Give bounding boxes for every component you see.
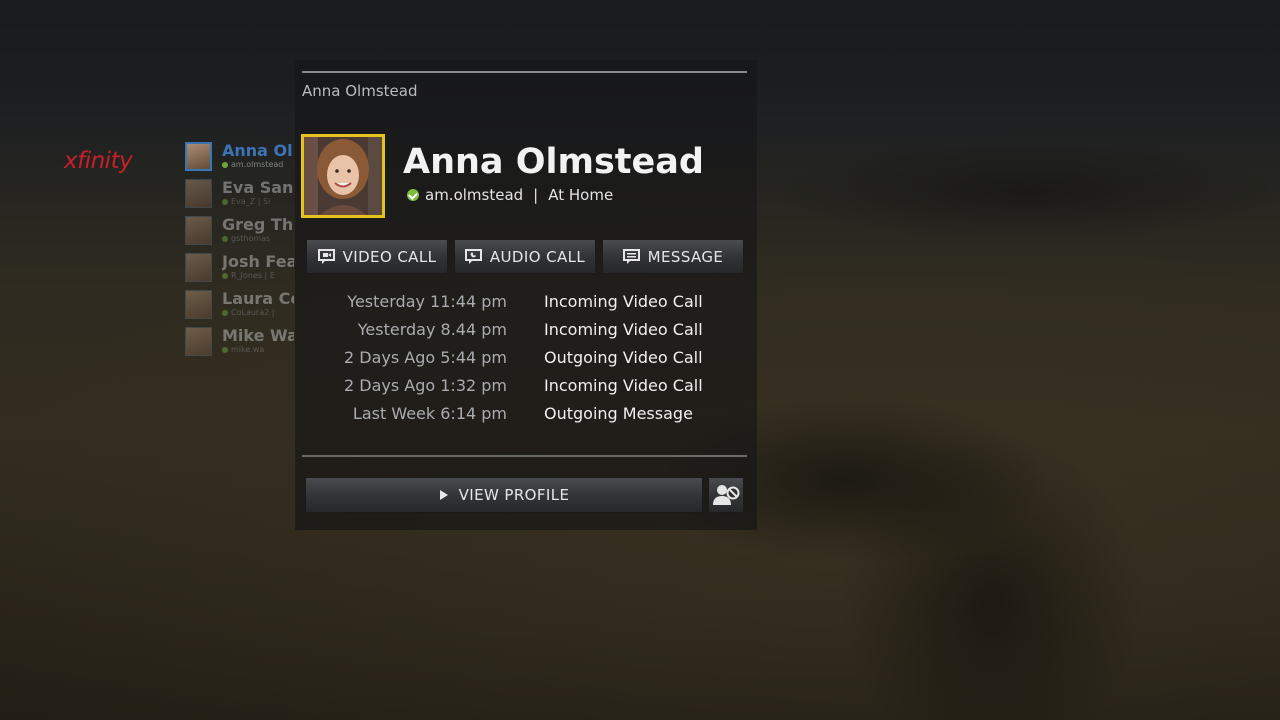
contact-avatar	[185, 290, 212, 319]
contact-item-greg[interactable]: Greg Thomas gsthomas	[185, 216, 295, 253]
contact-item-laura[interactable]: Laura Co CoLaura2 |	[185, 290, 295, 327]
profile-photo	[301, 134, 385, 218]
xfinity-logo: xfinity	[64, 148, 133, 174]
contact-handle: CoLaura2 |	[231, 308, 275, 317]
history-time: Yesterday 8.44 pm	[357, 320, 507, 339]
history-row[interactable]: Yesterday 11:44 pm Incoming Video Call	[303, 290, 748, 318]
contact-handle: am.olmstead	[231, 160, 284, 169]
block-contact-icon	[713, 485, 740, 505]
online-dot-icon	[222, 199, 228, 205]
presence-line: am.olmstead | At Home	[407, 186, 613, 204]
contact-list: Anna Olmstead am.olmstead Eva Sanchez Ev…	[185, 142, 295, 364]
history-row[interactable]: Yesterday 8.44 pm Incoming Video Call	[303, 318, 748, 346]
contact-avatar	[185, 179, 212, 208]
contact-name: Josh Fea	[222, 253, 294, 271]
online-dot-icon	[222, 310, 228, 316]
profile-handle: am.olmstead	[425, 186, 524, 204]
contact-name: Laura Co	[222, 290, 294, 308]
video-call-icon	[317, 248, 335, 264]
contact-name: Mike Wa	[222, 327, 294, 345]
contact-name: Greg Thomas	[222, 216, 294, 234]
contact-item-josh[interactable]: Josh Fea R_Jones | E	[185, 253, 295, 290]
history-row[interactable]: 2 Days Ago 1:32 pm Incoming Video Call	[303, 374, 748, 402]
history-time: 2 Days Ago 1:32 pm	[343, 376, 507, 395]
contact-avatar	[185, 327, 212, 356]
online-dot-icon	[222, 162, 228, 168]
contact-name-title: Anna Olmstead	[403, 142, 704, 182]
history-type: Incoming Video Call	[544, 376, 703, 395]
presence-status: At Home	[548, 186, 614, 204]
video-call-label: VIDEO CALL	[342, 247, 437, 266]
message-label: MESSAGE	[647, 247, 724, 266]
view-profile-button[interactable]: VIEW PROFILE	[305, 477, 703, 513]
history-time: Last Week 6:14 pm	[352, 404, 507, 423]
history-time: 2 Days Ago 5:44 pm	[343, 348, 507, 367]
contact-handle: Eva_Z | Si	[231, 197, 271, 206]
online-dot-icon	[222, 273, 228, 279]
message-icon	[622, 248, 640, 264]
breadcrumb: Anna Olmstead	[302, 82, 418, 100]
contact-avatar	[185, 253, 212, 282]
online-dot-icon	[222, 236, 228, 242]
view-profile-label: VIEW PROFILE	[458, 486, 570, 504]
online-dot-icon	[222, 347, 228, 353]
contact-avatar	[185, 216, 212, 245]
block-contact-button[interactable]	[708, 477, 744, 513]
contact-name: Anna Olmstead	[222, 142, 294, 160]
history-type: Outgoing Message	[544, 404, 693, 423]
history-row[interactable]: Last Week 6:14 pm Outgoing Message	[303, 402, 748, 430]
history-type: Incoming Video Call	[544, 292, 703, 311]
audio-call-icon	[464, 248, 482, 264]
contact-handle: R_Jones | E	[231, 271, 275, 280]
profile-photo-image	[304, 137, 382, 215]
video-call-button[interactable]: VIDEO CALL	[306, 239, 448, 274]
history-row[interactable]: 2 Days Ago 5:44 pm Outgoing Video Call	[303, 346, 748, 374]
contact-item-anna[interactable]: Anna Olmstead am.olmstead	[185, 142, 295, 179]
contact-handle: gsthomas	[231, 234, 271, 243]
contact-name: Eva Sanchez	[222, 179, 294, 197]
call-history-list: Yesterday 11:44 pm Incoming Video Call Y…	[303, 290, 748, 430]
audio-call-button[interactable]: AUDIO CALL	[454, 239, 596, 274]
contact-item-mike[interactable]: Mike Wa mike.wa	[185, 327, 295, 364]
message-button[interactable]: MESSAGE	[602, 239, 744, 274]
separator: |	[533, 186, 539, 204]
divider-top	[302, 71, 747, 73]
history-type: Outgoing Video Call	[544, 348, 703, 367]
divider-bottom	[302, 455, 747, 457]
history-type: Incoming Video Call	[544, 320, 703, 339]
contact-item-eva[interactable]: Eva Sanchez Eva_Z | Si	[185, 179, 295, 216]
audio-call-label: AUDIO CALL	[489, 247, 586, 266]
contact-handle: mike.wa	[231, 345, 265, 354]
check-circle-icon	[407, 189, 419, 201]
play-arrow-icon	[439, 490, 448, 500]
history-time: Yesterday 11:44 pm	[347, 292, 507, 311]
contact-avatar	[185, 142, 212, 171]
